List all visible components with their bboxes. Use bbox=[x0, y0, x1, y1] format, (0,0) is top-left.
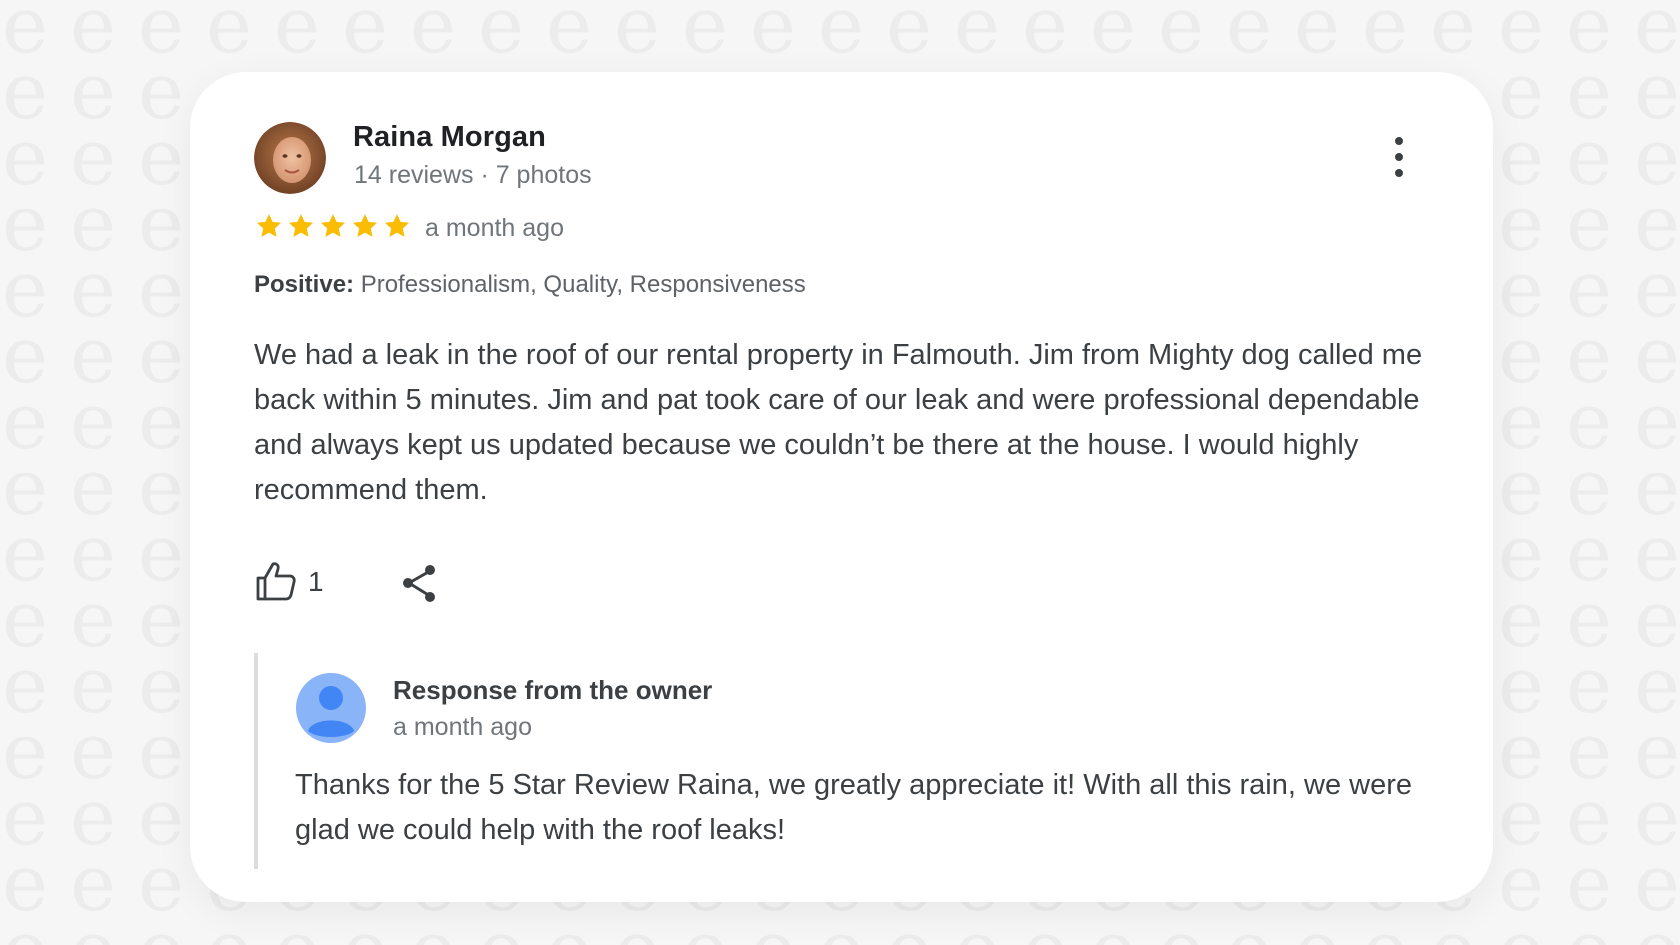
response-divider bbox=[254, 653, 258, 869]
star-icon bbox=[256, 214, 282, 237]
thumbs-up-icon[interactable] bbox=[255, 560, 299, 602]
review-time: a month ago bbox=[425, 214, 564, 242]
positive-values: Professionalism, Quality, Responsiveness bbox=[360, 271, 806, 298]
response-time: a month ago bbox=[393, 713, 532, 741]
reviewer-avatar[interactable] bbox=[254, 122, 326, 194]
default-user-icon bbox=[296, 673, 366, 743]
star-icon bbox=[352, 214, 378, 237]
response-text: Thanks for the 5 Star Review Raina, we g… bbox=[295, 769, 1412, 846]
like-count: 1 bbox=[308, 566, 324, 597]
share-icon[interactable] bbox=[399, 562, 441, 604]
star-icon bbox=[384, 214, 410, 237]
response-title: Response from the owner bbox=[393, 675, 713, 705]
positive-label: Positive: bbox=[254, 271, 355, 298]
review-text: We had a leak in the roof of our rental … bbox=[254, 339, 1423, 506]
star-icon bbox=[320, 214, 346, 237]
positive-attributes: Positive: Professionalism, Quality, Resp… bbox=[254, 271, 806, 299]
reviewer-meta[interactable]: 14 reviews · 7 photos bbox=[354, 161, 592, 190]
reviewer-name[interactable]: Raina Morgan bbox=[353, 121, 546, 154]
more-vert-icon[interactable] bbox=[1386, 134, 1412, 180]
star-rating bbox=[254, 211, 412, 243]
star-icon bbox=[288, 214, 314, 237]
